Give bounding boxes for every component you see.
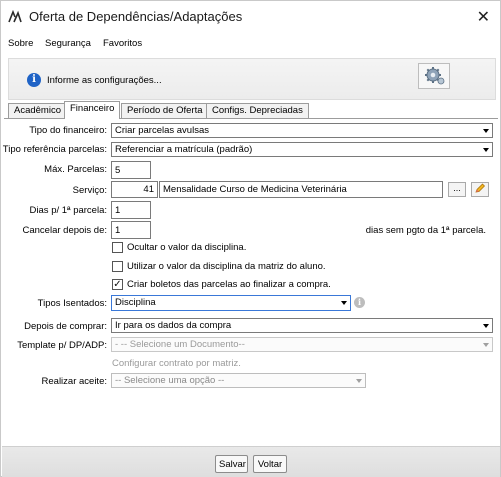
cancelar-input[interactable]: 1 — [111, 221, 151, 239]
tipos-isentados-value: Disciplina — [115, 297, 156, 308]
cancelar-label: Cancelar depois de: — [22, 225, 108, 236]
tipo-referencia-select[interactable]: Referenciar a matrícula (padrão) — [111, 142, 493, 157]
ocultar-valor-checkbox[interactable] — [112, 242, 123, 253]
servico-search-button[interactable]: ... — [448, 182, 466, 197]
window-title: Oferta de Dependências/Adaptações — [29, 9, 243, 24]
tipo-referencia-label: Tipo referência parcelas: — [2, 144, 107, 155]
tab-financeiro[interactable]: Financeiro — [64, 101, 121, 119]
servico-description-field: Mensalidade Curso de Medicina Veterinári… — [159, 181, 443, 198]
utilizar-valor-checkbox[interactable] — [112, 261, 123, 272]
settings-button[interactable] — [418, 63, 450, 89]
utilizar-valor-label: Utilizar o valor da disciplina da matriz… — [127, 261, 326, 272]
chevron-down-icon — [483, 343, 489, 347]
tab-academico[interactable]: Acadêmico — [8, 103, 67, 118]
servico-edit-button[interactable] — [471, 182, 489, 197]
template-value: - -- Selecione um Documento-- — [115, 339, 245, 350]
app-logo-icon — [8, 10, 22, 23]
cancelar-suffix: dias sem pgto da 1ª parcela. — [365, 225, 486, 236]
template-select[interactable]: - -- Selecione um Documento-- — [111, 337, 493, 352]
tipo-financeiro-label: Tipo do financeiro: — [29, 125, 107, 136]
ocultar-valor-label: Ocultar o valor da disciplina. — [127, 242, 247, 253]
configurar-contrato-link[interactable]: Configurar contrato por matriz. — [112, 358, 241, 369]
info-icon: i — [27, 73, 41, 87]
template-label: Template p/ DP/ADP: — [17, 340, 107, 351]
tipo-financeiro-select[interactable]: Criar parcelas avulsas — [111, 123, 493, 138]
servico-code-input[interactable]: 41 — [111, 181, 158, 198]
pencil-icon — [475, 183, 485, 193]
menu-item-seguranca[interactable]: Segurança — [45, 38, 91, 49]
depois-comprar-select[interactable]: Ir para os dados da compra — [111, 318, 493, 333]
dias-primeira-label: Dias p/ 1ª parcela: — [29, 205, 107, 216]
save-button[interactable]: Salvar — [215, 455, 248, 473]
back-button[interactable]: Voltar — [253, 455, 287, 473]
depois-comprar-value: Ir para os dados da compra — [115, 320, 232, 331]
max-parcelas-label: Máx. Parcelas: — [44, 164, 107, 175]
close-icon[interactable]: ✕ — [477, 7, 490, 27]
footer-bar: Salvar Voltar — [2, 446, 500, 477]
info-bar: i Informe as configurações... — [8, 58, 496, 100]
depois-comprar-label: Depois de comprar: — [24, 321, 107, 332]
chevron-down-icon — [483, 129, 489, 133]
info-text: Informe as configurações... — [47, 75, 162, 86]
tipos-isentados-select[interactable]: Disciplina — [111, 295, 351, 311]
criar-boletos-label: Criar boletos das parcelas ao finalizar … — [127, 279, 331, 290]
chevron-down-icon — [341, 301, 347, 305]
info-icon: i — [354, 297, 365, 308]
title-bar: Oferta de Dependências/Adaptações ✕ — [1, 1, 500, 33]
tipos-isentados-label: Tipos Isentados: — [37, 298, 107, 309]
chevron-down-icon — [356, 379, 362, 383]
tab-periodo-oferta[interactable]: Período de Oferta — [121, 103, 209, 118]
menu-item-favoritos[interactable]: Favoritos — [103, 38, 142, 49]
menu-bar: Sobre Segurança Favoritos — [1, 34, 500, 54]
max-parcelas-input[interactable]: 5 — [111, 161, 151, 179]
chevron-down-icon — [483, 324, 489, 328]
tab-configs-depreciadas[interactable]: Configs. Depreciadas — [206, 103, 309, 118]
servico-label: Serviço: — [72, 185, 107, 196]
dialog-window: Oferta de Dependências/Adaptações ✕ Sobr… — [0, 0, 501, 477]
realizar-aceite-label: Realizar aceite: — [41, 376, 107, 387]
menu-item-sobre[interactable]: Sobre — [8, 38, 33, 49]
tipo-financeiro-value: Criar parcelas avulsas — [115, 125, 209, 136]
tipo-referencia-value: Referenciar a matrícula (padrão) — [115, 144, 253, 155]
gear-icon — [425, 67, 445, 85]
realizar-aceite-value: -- Selecione uma opção -- — [115, 375, 225, 386]
chevron-down-icon — [483, 148, 489, 152]
criar-boletos-checkbox[interactable]: ✓ — [112, 279, 123, 290]
realizar-aceite-select[interactable]: -- Selecione uma opção -- — [111, 373, 366, 388]
dias-primeira-input[interactable]: 1 — [111, 201, 151, 219]
